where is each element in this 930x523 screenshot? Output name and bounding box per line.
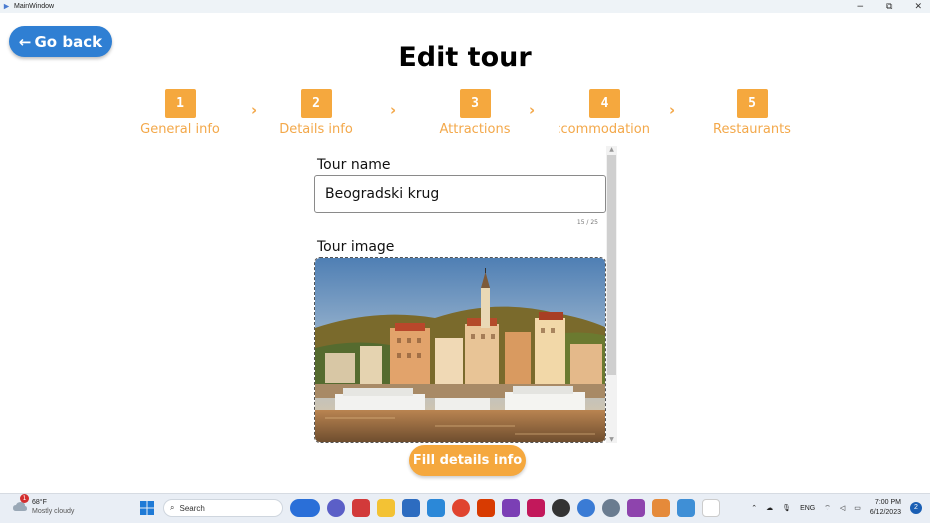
notepad-icon[interactable]	[677, 499, 695, 517]
window-title: MainWindow	[14, 3, 55, 10]
file-explorer-icon[interactable]	[377, 499, 395, 517]
github-icon[interactable]	[552, 499, 570, 517]
search-placeholder: Search	[179, 503, 205, 513]
visual-studio-icon[interactable]	[502, 499, 520, 517]
battery-icon[interactable]: ▭	[854, 504, 861, 512]
page-title: Edit tour	[398, 42, 532, 73]
taskbar: 1 68°F Mostly cloudy ⌕ Search ⌃ ☁ 🎙 ENG …	[0, 493, 930, 523]
cloud-sync-icon[interactable]: ☁	[766, 504, 773, 512]
tour-name-label: Tour name	[317, 157, 391, 173]
close-button[interactable]: ✕	[914, 2, 922, 12]
taskbar-search[interactable]: ⌕ Search	[163, 499, 283, 517]
window-titlebar: MainWindow − ⧉ ✕	[0, 0, 930, 13]
tour-image-label: Tour image	[317, 239, 395, 255]
weather-desc: Mostly cloudy	[32, 508, 75, 515]
restore-button[interactable]: ⧉	[886, 2, 892, 12]
chevron-right-icon: ›	[529, 101, 536, 119]
chrome-icon[interactable]	[452, 499, 470, 517]
step-number: 4	[589, 89, 620, 118]
step-label: Restaurants	[713, 122, 791, 137]
app-icon[interactable]	[577, 499, 595, 517]
running-app-icon[interactable]	[702, 499, 720, 517]
app-icon[interactable]	[652, 499, 670, 517]
minimize-button[interactable]: −	[856, 2, 864, 12]
step-number: 3	[459, 89, 491, 118]
microphone-icon[interactable]: 🎙	[782, 504, 791, 512]
clock[interactable]: 7:00 PM 6/12/2023	[870, 498, 901, 518]
step-label: General info	[140, 122, 220, 137]
tour-image-dropzone[interactable]	[314, 257, 606, 443]
l-app-icon[interactable]	[427, 499, 445, 517]
mail-icon[interactable]	[402, 499, 420, 517]
taskbar-apps: ⌕ Search	[138, 499, 720, 517]
step-number: 2	[300, 89, 332, 118]
scroll-up-icon[interactable]: ▲	[606, 146, 617, 153]
step-label: Details info	[279, 122, 353, 137]
window-controls: − ⧉ ✕	[856, 0, 922, 13]
bing-icon[interactable]	[290, 499, 320, 517]
step-attractions[interactable]: 3 Attractions	[415, 89, 535, 137]
word-w-icon[interactable]	[477, 499, 495, 517]
step-accommodation[interactable]: 4 Accommodation	[559, 89, 650, 137]
tour-image	[315, 258, 605, 442]
step-restaurants[interactable]: 5 Restaurants	[692, 89, 812, 137]
visual-studio-purple-icon[interactable]	[627, 499, 645, 517]
tour-name-input[interactable]	[314, 175, 606, 213]
language-indicator[interactable]: ENG	[800, 505, 815, 512]
settings-icon[interactable]	[602, 499, 620, 517]
weather-alert-badge: 1	[20, 494, 29, 503]
network-icon[interactable]: ⌔	[824, 504, 831, 513]
weather-widget[interactable]: 1 68°F Mostly cloudy	[12, 494, 75, 516]
teams-icon[interactable]	[327, 499, 345, 517]
scroll-down-icon[interactable]: ▼	[606, 436, 617, 443]
character-counter: 15 / 25	[576, 219, 598, 226]
stack-icon[interactable]	[527, 499, 545, 517]
step-number: 1	[164, 89, 196, 118]
step-number: 5	[736, 89, 768, 118]
scrollbar-thumb[interactable]	[607, 155, 616, 375]
step-label: Accommodation	[559, 122, 650, 137]
app-icon[interactable]	[352, 499, 370, 517]
chevron-right-icon: ›	[390, 101, 397, 119]
step-details-info[interactable]: 2 Details info	[256, 89, 376, 137]
chevron-right-icon: ›	[669, 101, 676, 119]
fill-details-button[interactable]: Fill details info	[409, 445, 526, 476]
notification-badge[interactable]: 2	[910, 502, 922, 514]
clock-time: 7:00 PM	[874, 499, 901, 506]
search-icon: ⌕	[170, 503, 175, 512]
step-label: Attractions	[439, 122, 511, 137]
chevron-up-icon[interactable]: ⌃	[751, 504, 757, 512]
volume-icon[interactable]: ◁	[840, 504, 845, 512]
weather-temp: 68°F	[32, 499, 47, 506]
system-tray: ⌃ ☁ 🎙 ENG ⌔ ◁ ▭ 7:00 PM 6/12/2023 2	[751, 498, 922, 518]
windows-start-icon[interactable]	[138, 499, 156, 517]
form-scrollbar[interactable]: ▲ ▼	[606, 146, 617, 443]
clock-date: 6/12/2023	[869, 509, 901, 516]
app-icon	[3, 3, 10, 10]
step-general-info[interactable]: 1 General info	[120, 89, 240, 137]
